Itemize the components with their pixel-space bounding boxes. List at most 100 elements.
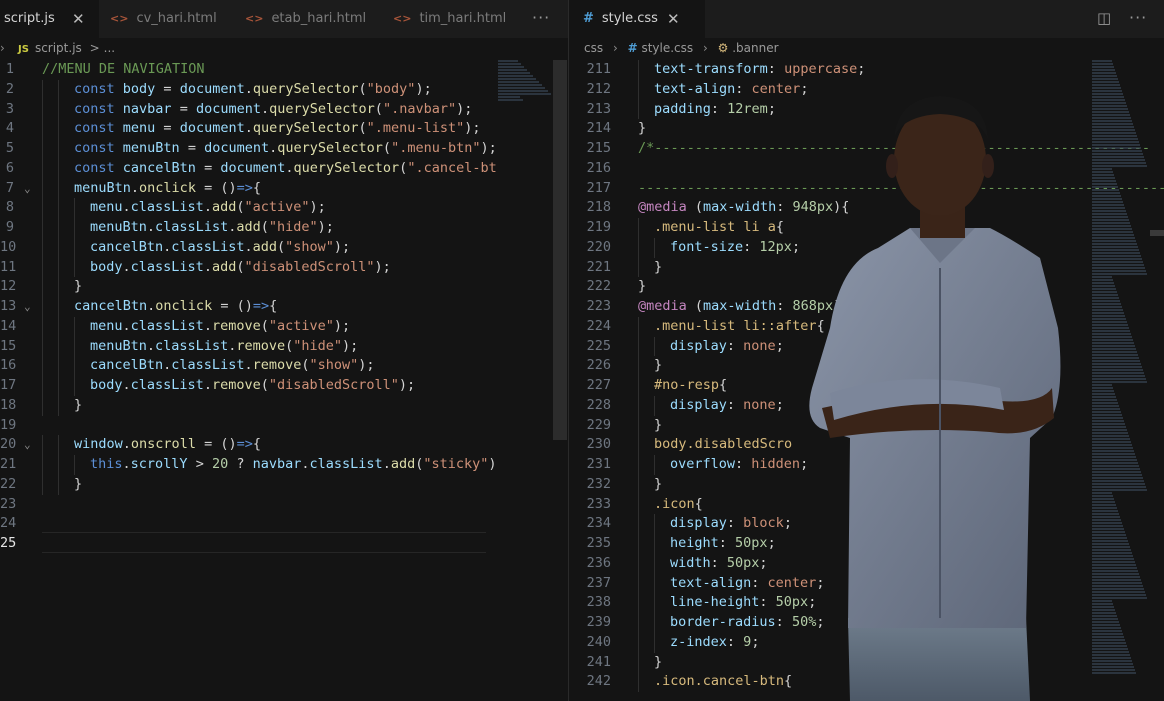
tab-tim-hari-html[interactable]: <> tim_hari.html [393, 0, 506, 38]
minimap-row [1092, 252, 1140, 254]
minimap-row [1092, 138, 1138, 140]
code-line[interactable]: 16 cancelBtn.classList.remove("show"); [0, 356, 486, 376]
code-token: ); [317, 219, 334, 235]
minimap-row [1092, 489, 1147, 491]
indent-guide [58, 198, 59, 218]
left-minimap[interactable] [498, 60, 552, 102]
left-code-area[interactable]: 1 //MENU DE NAVIGATION 2 const body = docum… [0, 60, 497, 554]
code-token: remove [252, 357, 302, 374]
line-number: 239 [586, 614, 611, 630]
indent-guide [654, 395, 655, 416]
more-actions-icon[interactable]: ··· [1129, 0, 1147, 38]
fold-chevron-icon[interactable]: ⌄ [24, 179, 31, 199]
minimap-row [1092, 456, 1136, 458]
minimap-row [1092, 558, 1134, 560]
code-line[interactable]: 2 const body = document.querySelector("bo… [0, 79, 486, 100]
code-token: ; [857, 61, 866, 77]
code-token: > [187, 456, 212, 472]
indent-guide [42, 158, 43, 179]
code-line[interactable]: 25 [0, 534, 486, 554]
code-token: .menu-list li a [654, 219, 776, 235]
code-line[interactable]: 7 ⌄ menuBtn.onclick = ()=>{ [0, 178, 486, 199]
breadcrumb-file[interactable]: style.css [641, 41, 693, 55]
code-line[interactable]: 24 [0, 514, 486, 534]
code-token: const [74, 120, 123, 137]
code-text: overflow: hidden; [670, 455, 808, 475]
minimap-row [1092, 78, 1118, 80]
code-token: . [285, 159, 294, 176]
split-editor-icon[interactable]: ◫ [1097, 0, 1112, 38]
close-icon[interactable]: ✕ [667, 0, 680, 38]
right-minimap[interactable] [1092, 60, 1148, 675]
line-number: 221 [586, 258, 611, 275]
code-line[interactable]: 3 const navbar = document.querySelector("… [0, 99, 486, 120]
minimap-row [1092, 612, 1116, 614]
minimap-row [1092, 480, 1144, 482]
code-line[interactable]: 17 body.classList.remove("disabledScroll"… [0, 376, 486, 396]
fold-chevron-icon[interactable]: ⌄ [24, 297, 31, 317]
code-token: : [767, 61, 785, 77]
tab-script-js[interactable]: script.js ✕ [0, 0, 99, 38]
minimap-row [1092, 462, 1138, 464]
minimap-row [1092, 573, 1139, 575]
code-line[interactable]: 14 menu.classList.remove("active"); [0, 316, 486, 337]
code-line[interactable]: 1 //MENU DE NAVIGATION [0, 60, 486, 80]
code-token: const [74, 159, 123, 176]
minimap-row [1092, 279, 1113, 281]
fold-chevron-icon[interactable]: ⌄ [24, 435, 31, 455]
code-line[interactable]: 18} [0, 395, 486, 416]
code-line[interactable]: 21 this.scrollY > 20 ? navbar.classList.a… [0, 455, 497, 475]
breadcrumb-file[interactable]: script.js [35, 41, 82, 55]
minimap-row [1092, 162, 1146, 164]
indent-guide [74, 257, 75, 278]
line-number: 233 [586, 495, 611, 512]
tab-label: cv_hari.html [136, 11, 217, 26]
minimap-row [1092, 378, 1146, 380]
tab-etab-hari-html[interactable]: <> etab_hari.html [245, 0, 366, 38]
code-token: height [670, 535, 719, 551]
breadcrumb-symbol[interactable]: .banner [732, 41, 778, 55]
minimap-row [1092, 531, 1125, 533]
code-token: ; [751, 633, 760, 650]
line-number: 220 [586, 238, 611, 255]
code-line[interactable]: 20 ⌄ window.onscroll = ()=>{ [0, 435, 486, 455]
minimap-row [1092, 288, 1116, 290]
code-line[interactable]: 19 [0, 416, 486, 436]
close-icon[interactable]: ✕ [72, 0, 85, 38]
code-line[interactable]: 12} [0, 277, 486, 297]
more-actions-icon[interactable]: ··· [532, 0, 550, 38]
minimap-row [1092, 615, 1117, 617]
code-token: menu [90, 317, 123, 334]
code-line[interactable]: 23 [0, 495, 486, 515]
right-scrollbar[interactable] [1150, 230, 1164, 236]
breadcrumb-folder[interactable]: css [584, 41, 603, 55]
code-token: block [743, 515, 784, 532]
breadcrumb-rest[interactable]: ... [104, 41, 115, 55]
code-token: ; [775, 337, 784, 354]
code-line[interactable]: 13 ⌄ cancelBtn.onclick = ()=>{ [0, 297, 486, 317]
indent-guide [74, 336, 75, 357]
code-line[interactable]: 5 const menuBtn = document.querySelector(… [0, 139, 497, 159]
left-editor-pane: script.js ✕ <> cv_hari.html <> etab_hari.h… [0, 0, 568, 701]
minimap-row [1092, 60, 1112, 62]
code-line[interactable]: 22} [0, 474, 486, 495]
code-line[interactable]: 211 text-transform: uppercase; [569, 60, 1084, 80]
tab-style-css[interactable]: # style.css ✕ [569, 0, 705, 38]
code-token: querySelector [252, 120, 359, 137]
code-line[interactable]: 6 const cancelBtn = document.querySelecto… [0, 158, 497, 179]
minimap-row [1092, 228, 1132, 230]
code-text: width: 50px; [670, 554, 768, 574]
tab-cv-hari-html[interactable]: <> cv_hari.html [110, 0, 217, 38]
line-number: 237 [586, 574, 611, 591]
code-line[interactable]: 10 cancelBtn.classList.add("show"); [0, 237, 486, 258]
chevron-right-icon: › [0, 41, 5, 55]
minimap-row [1092, 318, 1126, 320]
code-line[interactable]: 11 body.classList.add("disabledScroll"); [0, 257, 486, 278]
left-scrollbar[interactable] [553, 60, 567, 440]
indent-guide [638, 336, 639, 357]
code-line[interactable]: 8 menu.classList.add("active"); [0, 198, 486, 218]
code-token: ) [488, 456, 497, 472]
code-line[interactable]: 9 menuBtn.classList.add("hide"); [0, 218, 486, 238]
code-line[interactable]: 4 const menu = document.querySelector(".m… [0, 119, 486, 139]
code-line[interactable]: 15 menuBtn.classList.remove("hide"); [0, 336, 486, 357]
